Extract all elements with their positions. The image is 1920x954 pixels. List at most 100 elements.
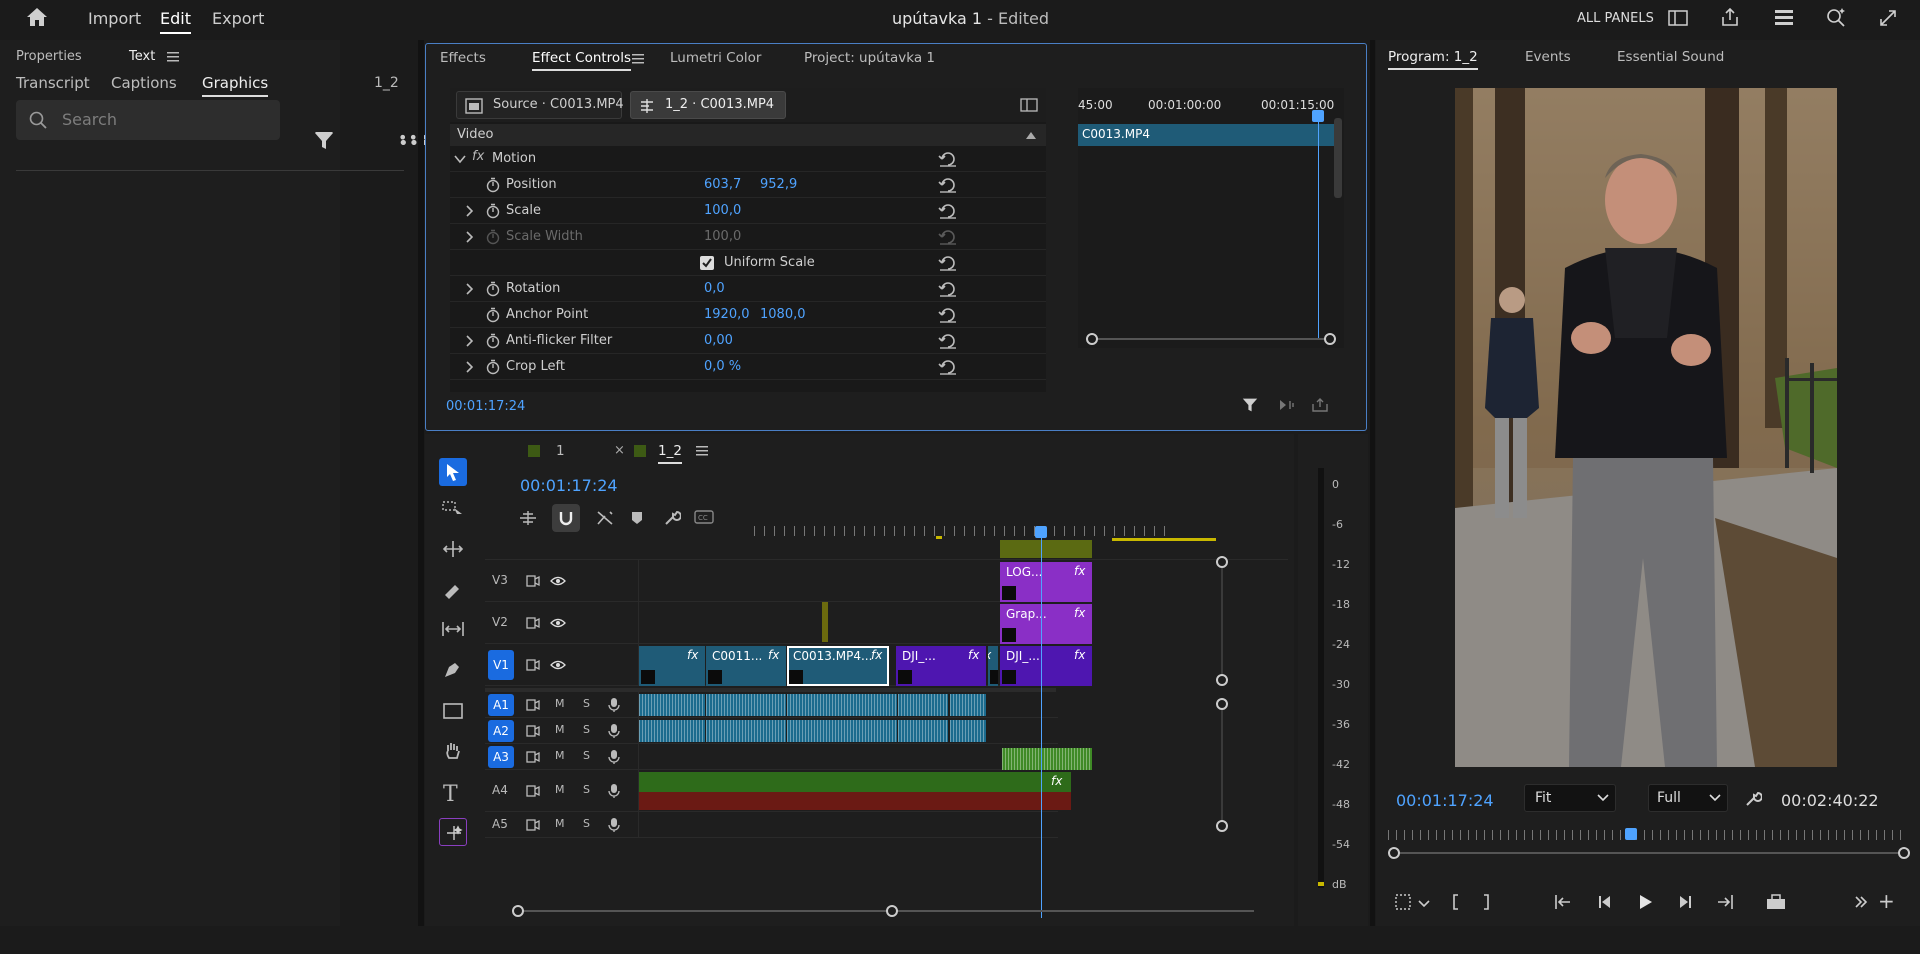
effect-row-crop-left[interactable]: Crop Left 0,0 % <box>450 354 1046 380</box>
solo-button[interactable]: S <box>583 817 590 830</box>
reset-parameter-icon[interactable] <box>938 203 958 219</box>
captions-icon[interactable]: CC <box>694 510 714 524</box>
generative-extend-button[interactable] <box>439 818 467 846</box>
chevron-right-icon[interactable] <box>465 361 473 373</box>
audio-clip[interactable] <box>706 720 786 742</box>
timeline-zoom-scrollbar[interactable] <box>512 904 1260 918</box>
video-clip[interactable]: C0013.MP4... fx <box>787 646 889 686</box>
track-scroll-handle[interactable] <box>1216 674 1228 686</box>
program-zoom-scrollbar[interactable] <box>1388 846 1910 860</box>
add-button-icon[interactable]: + <box>1878 891 1895 911</box>
microphone-icon[interactable] <box>608 817 620 833</box>
audio-clip[interactable] <box>639 694 705 716</box>
property-value[interactable]: 0,0 <box>704 281 725 296</box>
audio-clip[interactable] <box>898 694 948 716</box>
stopwatch-icon[interactable] <box>486 281 500 297</box>
motion-row[interactable]: fx Motion <box>450 146 1046 172</box>
video-clip[interactable]: LOG... fx <box>1000 562 1092 602</box>
audio-clip[interactable] <box>787 694 897 716</box>
track-scrollbar[interactable] <box>1221 710 1223 820</box>
audio-clip[interactable] <box>950 694 986 716</box>
tab-sequence-1-2[interactable]: 1_2 <box>658 443 682 464</box>
workspaces-icon[interactable] <box>1774 8 1794 26</box>
stopwatch-icon[interactable] <box>486 203 500 219</box>
search-sparkle-icon[interactable] <box>1825 7 1847 27</box>
video-clip[interactable]: C0011... fx <box>706 646 786 686</box>
effect-row-scale-width[interactable]: Scale Width 100,0 <box>450 224 1046 250</box>
microphone-icon[interactable] <box>608 723 620 739</box>
chevron-down-icon[interactable] <box>1418 900 1430 908</box>
effect-row-position[interactable]: Position 603,7 952,9 <box>450 172 1046 198</box>
step-forward-icon[interactable] <box>1676 893 1694 911</box>
program-playhead[interactable] <box>1624 828 1637 840</box>
reset-parameter-icon[interactable] <box>938 359 958 375</box>
insert-sequence-icon[interactable] <box>519 510 537 526</box>
audio-clip[interactable] <box>1002 748 1092 770</box>
slip-icon[interactable] <box>441 620 465 638</box>
razor-icon[interactable] <box>443 581 461 599</box>
reset-parameter-icon[interactable] <box>938 281 958 297</box>
more-controls-icon[interactable] <box>1854 893 1868 911</box>
v4-clip[interactable] <box>1000 540 1092 558</box>
solo-button[interactable]: S <box>583 697 590 710</box>
mute-button[interactable]: M <box>555 817 565 830</box>
audio-clip-a4[interactable]: fx <box>639 772 1071 792</box>
track-select-icon[interactable] <box>442 500 464 518</box>
video-clip[interactable]: fx <box>639 646 705 686</box>
mark-in-icon[interactable] <box>1450 893 1460 911</box>
track-scroll-handle[interactable] <box>1216 556 1228 568</box>
program-timecode[interactable]: 00:01:17:24 <box>1396 791 1494 810</box>
selection-tool-button[interactable] <box>439 458 467 486</box>
export-frame-icon[interactable] <box>1766 893 1786 911</box>
play-audio-icon[interactable] <box>1278 398 1296 412</box>
effect-timecode[interactable]: 00:01:17:24 <box>446 399 525 414</box>
sync-lock-icon[interactable] <box>526 819 540 831</box>
track-scrollbar[interactable] <box>1221 568 1223 674</box>
stopwatch-icon[interactable] <box>486 359 500 375</box>
sync-lock-icon[interactable] <box>526 699 540 711</box>
toggle-timeline-icon[interactable] <box>1020 98 1038 112</box>
property-value[interactable]: 603,7 <box>704 177 741 192</box>
menu-import[interactable]: Import <box>88 9 141 28</box>
linked-selection-icon[interactable] <box>596 510 614 526</box>
stopwatch-icon[interactable] <box>486 333 500 349</box>
chevron-right-icon[interactable] <box>465 283 473 295</box>
solo-button[interactable]: S <box>583 749 590 762</box>
track-target-a1[interactable]: A1 <box>488 694 514 716</box>
property-value-y[interactable]: 952,9 <box>760 177 797 192</box>
tab-effect-controls[interactable]: Effect Controls <box>532 50 631 71</box>
filter-icon[interactable] <box>1242 397 1258 413</box>
stopwatch-icon[interactable] <box>486 307 500 323</box>
quality-dropdown[interactable]: Full <box>1648 784 1728 812</box>
wrench-icon[interactable] <box>1744 790 1762 808</box>
audio-clip[interactable] <box>950 720 986 742</box>
add-marker-icon[interactable] <box>630 510 644 526</box>
audio-clip[interactable] <box>639 720 705 742</box>
property-value[interactable]: 1920,0 <box>704 307 750 322</box>
tab-text[interactable]: Text <box>129 49 155 64</box>
sync-lock-icon[interactable] <box>526 751 540 763</box>
uniform-scale-checkbox[interactable] <box>700 256 714 270</box>
reset-parameter-icon[interactable] <box>938 307 958 323</box>
effect-row-uniform-scale[interactable]: Uniform Scale <box>450 250 1046 276</box>
filter-icon[interactable] <box>314 130 334 150</box>
solo-button[interactable]: S <box>583 783 590 796</box>
mute-button[interactable]: M <box>555 697 565 710</box>
chevron-right-icon[interactable] <box>465 335 473 347</box>
effect-row-scale[interactable]: Scale 100,0 <box>450 198 1046 224</box>
video-clip[interactable]: DJI_... fx <box>896 646 986 686</box>
collapse-up-icon[interactable] <box>1026 131 1036 139</box>
microphone-icon[interactable] <box>608 783 620 799</box>
play-icon[interactable] <box>1638 893 1654 911</box>
stopwatch-icon[interactable] <box>486 229 500 245</box>
search-input[interactable]: Search <box>16 100 280 140</box>
timeline-ruler[interactable] <box>754 526 1174 536</box>
fit-dropdown[interactable]: Fit <box>1524 784 1616 812</box>
playhead-handle[interactable] <box>1312 110 1324 122</box>
track-scroll-handle[interactable] <box>1216 820 1228 832</box>
stopwatch-icon[interactable] <box>486 177 500 193</box>
property-value[interactable]: 0,00 <box>704 333 733 348</box>
mute-button[interactable]: M <box>555 783 565 796</box>
mute-button[interactable]: M <box>555 723 565 736</box>
video-frame[interactable] <box>1455 88 1837 767</box>
